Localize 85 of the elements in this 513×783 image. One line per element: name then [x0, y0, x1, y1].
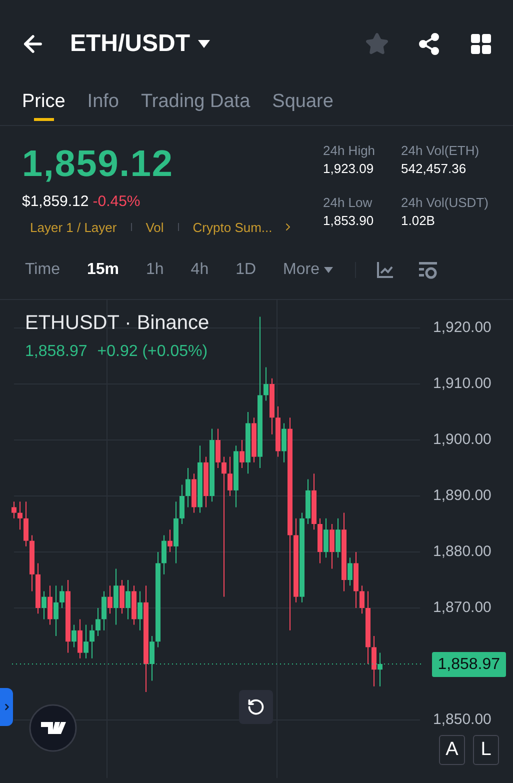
chart-settings-icon[interactable] [418, 260, 438, 280]
candlestick [96, 608, 100, 636]
price-axis-label: 1,850.00 [433, 711, 492, 729]
share-icon[interactable] [417, 32, 441, 56]
stat-value: 1.02B [401, 212, 436, 230]
caret-icon [198, 40, 210, 48]
candlestick [138, 590, 142, 631]
reset-button[interactable] [239, 690, 273, 724]
candlestick [120, 580, 124, 614]
category-tag[interactable]: Vol [146, 218, 164, 237]
candlestick [42, 590, 46, 620]
candlestick [84, 624, 88, 659]
stat-label: 24h Vol(USDT) [401, 194, 490, 212]
candlestick [222, 456, 226, 598]
candlestick [324, 518, 328, 558]
candlestick [18, 501, 22, 530]
chart-indicator-icon[interactable] [376, 260, 394, 278]
candlestick [24, 501, 28, 547]
tradingview-logo-icon[interactable] [29, 704, 77, 752]
price-axis-label: 1,880.00 [433, 543, 492, 561]
category-tag[interactable]: Layer 1 / Layer [30, 218, 117, 237]
chart-last-price: 1,858.97 [25, 342, 88, 362]
stat-value: 1,853.90 [323, 212, 375, 230]
grid-icon[interactable] [469, 32, 493, 56]
price-change: -0.45% [92, 192, 140, 212]
candlestick [264, 366, 268, 402]
candlestick [180, 484, 184, 524]
candlestick [360, 585, 364, 614]
interval-tab[interactable]: Time [25, 258, 60, 282]
candlestick [240, 440, 244, 468]
candlestick [228, 456, 232, 496]
price-axis-label: 1,870.00 [433, 599, 492, 617]
tab[interactable]: Info [87, 88, 119, 126]
more-dropdown[interactable]: More [283, 258, 332, 282]
stat-label: 24h Vol(ETH) [401, 142, 480, 160]
price-axis-label: 1,890.00 [433, 487, 492, 505]
stat-label: 24h High [323, 142, 376, 160]
price-axis-label: 1,900.00 [433, 431, 492, 449]
side-panel-handle[interactable] [0, 688, 13, 726]
candlestick [60, 585, 64, 608]
pair-selector[interactable]: ETH/USDT [70, 26, 210, 62]
candlestick [54, 585, 58, 636]
candlestick [102, 590, 106, 631]
chart-change: +0.92 (+0.05%) [97, 342, 208, 362]
candlestick [168, 529, 172, 552]
candlestick [150, 636, 154, 682]
interval-tab[interactable]: 4h [190, 258, 209, 282]
stat-label: 24h Low [323, 194, 374, 212]
chart-title: ETHUSDT · Binance [25, 311, 210, 336]
candlestick [108, 585, 112, 614]
candlestick [186, 468, 190, 508]
price-axis-label: 1,920.00 [433, 319, 492, 337]
current-price-label: 1,858.97 [432, 652, 506, 677]
candlestick [90, 624, 94, 659]
interval-tab[interactable]: 15m [86, 258, 119, 282]
interval-tab[interactable]: 1D [236, 258, 256, 282]
candlestick [216, 428, 220, 468]
fiat-price: $1,859.12 [22, 192, 89, 212]
favorite-star-icon[interactable] [365, 32, 389, 56]
interval-tab[interactable]: 1h [146, 258, 164, 282]
stat-value: 1,923.09 [323, 160, 375, 178]
candlestick [372, 636, 376, 687]
tab[interactable]: Price [22, 88, 66, 126]
last-price: 1,859.12 [22, 142, 174, 186]
candlestick [126, 580, 130, 620]
candlestick [72, 624, 76, 648]
candlestick [114, 568, 118, 626]
scale-button[interactable]: L [473, 735, 499, 765]
candlestick [78, 618, 82, 659]
scale-button[interactable]: A [439, 735, 465, 765]
reset-icon [247, 698, 265, 716]
tab[interactable]: Square [272, 88, 334, 126]
candlestick [336, 518, 340, 558]
candlestick [12, 501, 16, 519]
category-tag[interactable]: Crypto Sum... [192, 218, 272, 237]
stat-value: 542,457.36 [401, 160, 468, 178]
candlestick [378, 652, 382, 687]
candlestick [348, 557, 352, 586]
candlestick [330, 524, 334, 570]
caret-icon [324, 266, 332, 272]
price-axis-label: 1,910.00 [433, 375, 492, 393]
candlestick [282, 422, 286, 463]
candlestick [48, 585, 52, 626]
candlestick [162, 534, 166, 575]
tab[interactable]: Trading Data [141, 88, 250, 126]
